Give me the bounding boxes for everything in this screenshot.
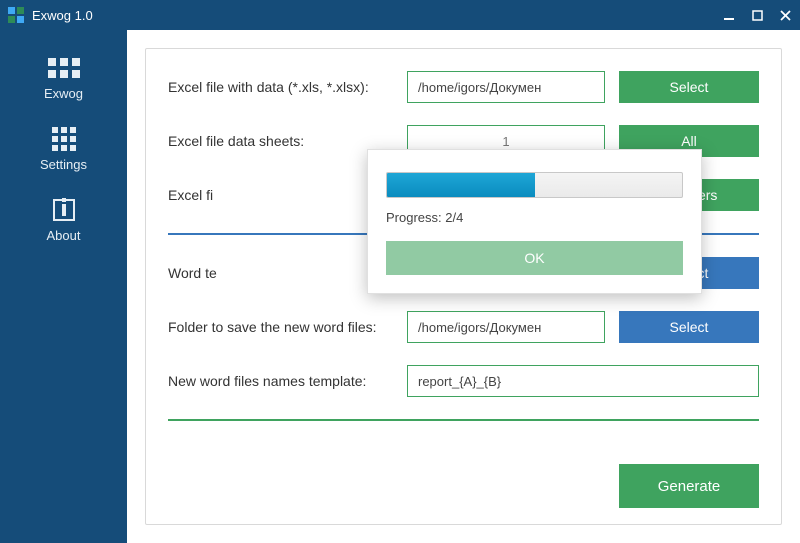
generate-button[interactable]: Generate [619,464,759,508]
maximize-button[interactable] [750,8,764,22]
select-folder-button[interactable]: Select [619,311,759,343]
input-names-template[interactable] [407,365,759,397]
sidebar: Exwog Settings About [0,30,127,543]
input-excel-file[interactable] [407,71,605,103]
main-content: Excel file with data (*.xls, *.xlsx): Se… [127,30,800,543]
sidebar-item-label: Exwog [0,86,127,101]
label-excel-file: Excel file with data (*.xls, *.xlsx): [168,79,393,95]
progress-fill [387,173,535,197]
footer-row: Generate [168,464,759,508]
input-folder[interactable] [407,311,605,343]
label-word-template: Word te [168,265,393,281]
divider-green [168,419,759,421]
label-rows: Excel fi [168,187,393,203]
progress-bar [386,172,683,198]
window-controls [722,8,792,22]
sidebar-item-settings[interactable]: Settings [0,115,127,186]
minimize-button[interactable] [722,8,736,22]
grid-icon [0,54,127,82]
titlebar: Exwog 1.0 [0,0,800,30]
close-button[interactable] [778,8,792,22]
app-logo-icon [8,7,24,23]
label-sheets: Excel file data sheets: [168,133,393,149]
progress-text: Progress: 2/4 [386,210,683,225]
dots-grid-icon [0,125,127,153]
sidebar-item-exwog[interactable]: Exwog [0,44,127,115]
window-title: Exwog 1.0 [32,8,722,23]
select-excel-button[interactable]: Select [619,71,759,103]
sidebar-item-label: About [0,228,127,243]
sidebar-item-about[interactable]: About [0,186,127,257]
ok-button[interactable]: OK [386,241,683,275]
row-folder: Folder to save the new word files: Selec… [168,311,759,343]
progress-dialog: Progress: 2/4 OK [367,149,702,294]
sidebar-item-label: Settings [0,157,127,172]
row-excel-file: Excel file with data (*.xls, *.xlsx): Se… [168,71,759,103]
label-names-template: New word files names template: [168,373,393,389]
info-icon [0,196,127,224]
row-names-template: New word files names template: [168,365,759,397]
label-folder: Folder to save the new word files: [168,319,393,335]
